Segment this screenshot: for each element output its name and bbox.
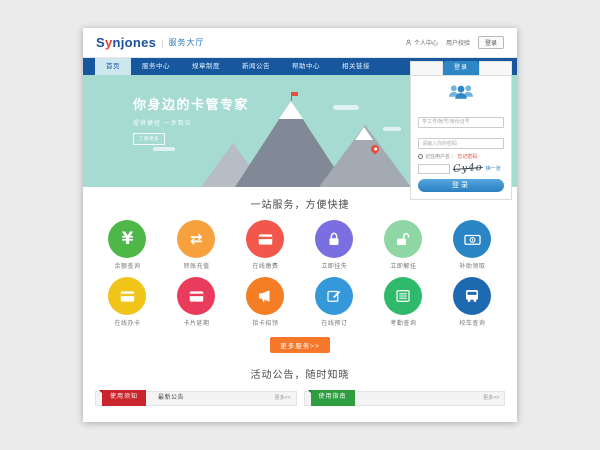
hero-subheading: 提供捷径 一步到位 (133, 118, 249, 127)
service-item-transfer[interactable]: ⇄ 转账充值 (162, 220, 231, 270)
service-item-attendance[interactable]: 考勤查询 (369, 277, 438, 327)
header-login-button[interactable]: 登录 (478, 36, 504, 49)
remember-row: 记住用户名 | 忘记密码 (418, 153, 504, 160)
notice-strip-right: 使用指南 更多>> (304, 391, 506, 406)
synjones-logo: Synjones (96, 35, 156, 50)
remember-checkbox[interactable] (418, 154, 423, 159)
list-icon (394, 287, 412, 305)
service-item-pay-online[interactable]: 在线缴费 (231, 220, 300, 270)
page: Synjones | 服务大厅 个人中心 用户校验 登录 首页 服务中心 规章制… (83, 28, 517, 422)
service-item-subsidy[interactable]: 补助领取 (438, 220, 507, 270)
usage-notice-ribbon-tab[interactable]: 使用须知 (102, 390, 146, 406)
hero-cta-button[interactable]: 了解更多 (133, 133, 165, 145)
snow-cap (279, 101, 303, 119)
hero-text: 你身边的卡管专家 提供捷径 一步到位 了解更多 (133, 94, 249, 145)
announcements-title: 活动公告，随时知晓 (83, 366, 517, 381)
announcement-tabs-row: 使用须知 最新公告 更多>> 使用指南 更多>> (83, 391, 517, 406)
bus-icon (463, 287, 481, 305)
divider: | (452, 154, 453, 160)
banknote-icon (463, 230, 482, 249)
user-verify-link[interactable]: 用户校验 (446, 38, 470, 47)
brand-divider: | (161, 38, 163, 48)
services-grid: ¥ 余额查询 ⇄ 转账充值 在线缴费 立即挂失 (93, 220, 507, 334)
captcha-row: Cy4o 换一张 (418, 163, 504, 174)
usage-guide-ribbon-tab[interactable]: 使用指南 (311, 390, 355, 406)
service-item-online-booking[interactable]: 在线预订 (300, 277, 369, 327)
site-name: 服务大厅 (169, 37, 205, 48)
nav-item-help[interactable]: 帮助中心 (281, 58, 331, 75)
service-item-school-bus[interactable]: 校车查询 (438, 277, 507, 327)
hero-heading: 你身边的卡管专家 (133, 94, 249, 113)
login-panel-body: 记住用户名 | 忘记密码 Cy4o 换一张 登录 (410, 75, 512, 200)
credit-card-icon (118, 287, 137, 306)
login-tab[interactable]: 登录 (443, 61, 479, 75)
password-input[interactable] (418, 138, 504, 149)
service-item-report-loss[interactable]: 立即挂失 (300, 220, 369, 270)
more-link[interactable]: 更多>> (483, 392, 499, 405)
brand: Synjones | 服务大厅 (96, 35, 205, 50)
notice-strip-left: 使用须知 最新公告 更多>> (95, 391, 297, 406)
unlock-icon (394, 230, 412, 248)
users-group-icon (418, 83, 504, 105)
nav-item-service-center[interactable]: 服务中心 (131, 58, 181, 75)
service-item-cancel-loss[interactable]: 立即解挂 (369, 220, 438, 270)
snow-cap (355, 127, 373, 140)
site-header: Synjones | 服务大厅 个人中心 用户校验 登录 (83, 28, 517, 58)
latest-announcements-tab[interactable]: 最新公告 (158, 392, 184, 405)
more-services-button[interactable]: 更多服务>> (270, 337, 330, 353)
nav-item-news[interactable]: 新闻公告 (231, 58, 281, 75)
service-item-apply-card[interactable]: 在线办卡 (93, 277, 162, 327)
login-panel-tabs: 登录 (410, 61, 512, 75)
user-area: 个人中心 用户校验 登录 (405, 36, 504, 49)
login-tab-left-spacer (410, 61, 443, 75)
captcha-image[interactable]: Cy4o (453, 162, 483, 175)
megaphone-icon (256, 287, 274, 305)
login-tab-right-spacer (479, 61, 512, 75)
lock-icon (325, 230, 343, 248)
hero-banner: 你身边的卡管专家 提供捷径 一步到位 了解更多 登录 (83, 75, 517, 187)
remember-label: 记住用户名 (425, 153, 450, 160)
credit-card-icon (256, 230, 275, 249)
user-icon (405, 39, 412, 46)
forgot-password-link[interactable]: 忘记密码 (457, 153, 477, 160)
nav-item-home[interactable]: 首页 (95, 58, 131, 75)
yuan-icon: ¥ (122, 229, 134, 249)
nav-item-links[interactable]: 相关链接 (331, 58, 381, 75)
service-item-found-card[interactable]: 拾卡招领 (231, 277, 300, 327)
login-submit-button[interactable]: 登录 (418, 179, 504, 192)
announcements-section: 活动公告，随时知晓 使用须知 最新公告 更多>> 使用指南 更多>> (83, 366, 517, 406)
username-input[interactable] (418, 117, 504, 128)
credit-card-icon (187, 287, 206, 306)
nav-item-rules[interactable]: 规章制度 (181, 58, 231, 75)
summit-flag-icon (292, 92, 298, 96)
edit-icon (325, 287, 343, 305)
captcha-input[interactable] (418, 164, 450, 174)
service-item-card-extend[interactable]: 卡片延期 (162, 277, 231, 327)
transfer-arrows-icon: ⇄ (190, 230, 203, 248)
service-item-balance[interactable]: ¥ 余额查询 (93, 220, 162, 270)
personal-center-link[interactable]: 个人中心 (405, 38, 438, 47)
login-panel: 登录 记住用户名 | 忘记密码 (410, 61, 512, 200)
captcha-refresh-link[interactable]: 换一张 (486, 165, 501, 172)
more-link[interactable]: 更多>> (275, 392, 291, 405)
services-section: 一站服务，方便快捷 ¥ 余额查询 ⇄ 转账充值 在线缴费 立即挂失 (83, 187, 517, 353)
cloud (153, 147, 175, 151)
